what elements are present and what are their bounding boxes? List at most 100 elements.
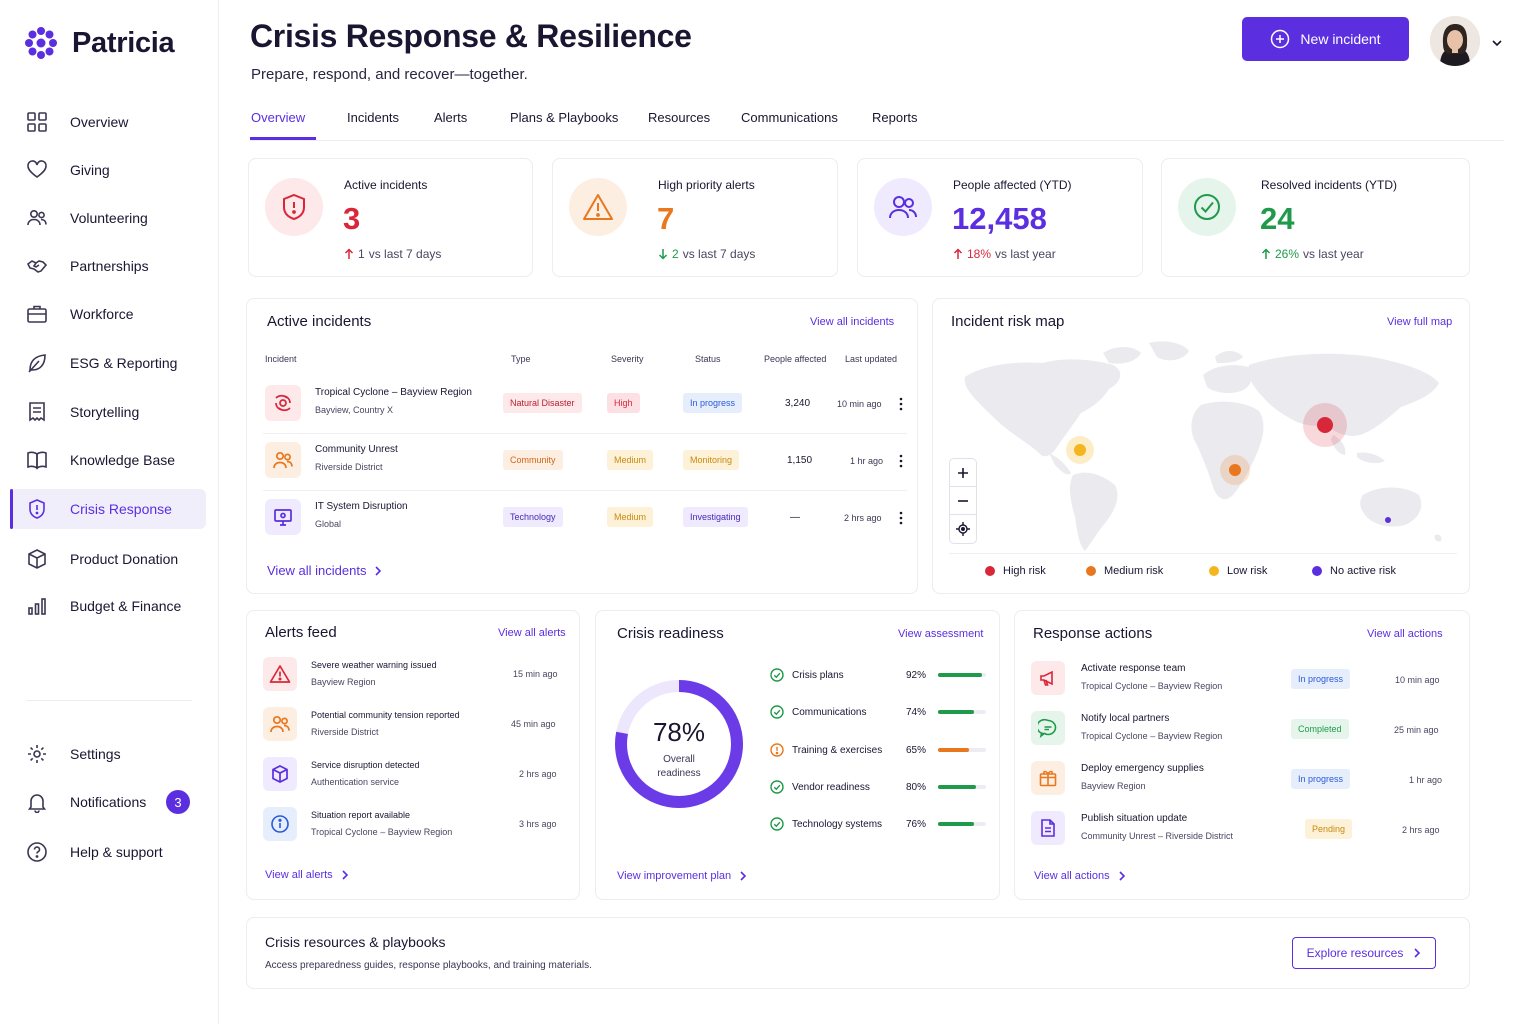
- alert-icon-bg: [263, 757, 297, 791]
- sidebar-item-settings[interactable]: Settings: [10, 734, 206, 774]
- alert-title: Severe weather warning issued: [311, 660, 437, 670]
- sidebar-item-product-donation[interactable]: Product Donation: [10, 539, 206, 579]
- stat-label: Active incidents: [344, 178, 428, 192]
- list-item[interactable]: Potential community tension reported Riv…: [263, 707, 563, 747]
- view-all-incidents-footer-link[interactable]: View all incidents: [267, 563, 382, 578]
- sidebar-item-partnerships[interactable]: Partnerships: [10, 246, 206, 286]
- more-options-icon[interactable]: [899, 511, 903, 525]
- stat-delta-value: 2: [672, 247, 679, 261]
- view-all-incidents-link[interactable]: View all incidents: [810, 316, 894, 328]
- column-header-last-updated: Last updated: [845, 354, 898, 364]
- plus-icon: [958, 467, 968, 478]
- check-circle-icon: [770, 780, 784, 794]
- view-all-alerts-footer-link[interactable]: View all alerts: [265, 869, 349, 881]
- stat-card-resolved-incidents[interactable]: Resolved incidents (YTD) 24 26% vs last …: [1161, 158, 1470, 277]
- view-full-map-link[interactable]: View full map: [1387, 316, 1452, 328]
- stat-card-active-incidents[interactable]: Active incidents 3 1 vs last 7 days: [248, 158, 533, 277]
- progress-track: [938, 785, 986, 789]
- more-options-icon[interactable]: [899, 454, 903, 468]
- sidebar-item-label: Settings: [70, 746, 121, 762]
- list-item[interactable]: Notify local partners Tropical Cyclone –…: [1031, 711, 1451, 751]
- list-item[interactable]: Activate response team Tropical Cyclone …: [1031, 661, 1451, 701]
- sidebar-item-budget-finance[interactable]: Budget & Finance: [10, 586, 206, 626]
- tab-incidents[interactable]: Incidents: [347, 110, 399, 125]
- incident-name[interactable]: Tropical Cyclone – Bayview Region: [315, 387, 472, 398]
- high-risk-marker[interactable]: [1317, 417, 1333, 433]
- resources-description: Access preparedness guides, response pla…: [265, 960, 592, 971]
- arrow-down-icon: [658, 249, 668, 260]
- avatar[interactable]: [1430, 16, 1480, 66]
- readiness-percent: 74%: [906, 706, 927, 718]
- bell-icon: [27, 794, 47, 813]
- sidebar-item-overview[interactable]: Overview: [10, 102, 206, 142]
- sidebar-item-volunteering[interactable]: Volunteering: [10, 198, 206, 238]
- list-item[interactable]: Severe weather warning issued Bayview Re…: [263, 657, 563, 697]
- explore-resources-button[interactable]: Explore resources: [1292, 937, 1436, 969]
- more-options-icon[interactable]: [899, 397, 903, 411]
- view-all-actions-link[interactable]: View all actions: [1367, 628, 1443, 640]
- zoom-out-button[interactable]: [950, 487, 976, 515]
- incident-name[interactable]: Community Unrest: [315, 444, 398, 455]
- view-all-alerts-link[interactable]: View all alerts: [498, 627, 566, 639]
- tab-reports[interactable]: Reports: [872, 110, 918, 125]
- locate-button[interactable]: [950, 515, 976, 543]
- stat-delta: 2 vs last 7 days: [658, 247, 755, 261]
- new-incident-button[interactable]: New incident: [1242, 17, 1409, 61]
- alert-icon-bg: [263, 707, 297, 741]
- stat-card-people-affected[interactable]: People affected (YTD) 12,458 18% vs last…: [857, 158, 1143, 277]
- sidebar-item-notifications[interactable]: Notifications 3: [10, 782, 206, 822]
- sidebar-item-giving[interactable]: Giving: [10, 150, 206, 190]
- tab-plans-playbooks[interactable]: Plans & Playbooks: [510, 110, 618, 125]
- sidebar-item-storytelling[interactable]: Storytelling: [10, 392, 206, 432]
- brand-name: Patricia: [72, 26, 175, 59]
- incident-name[interactable]: IT System Disruption: [315, 501, 408, 512]
- sidebar-item-crisis-response[interactable]: Crisis Response: [10, 489, 206, 529]
- action-subtitle: Tropical Cyclone – Bayview Region: [1081, 731, 1223, 741]
- tab-overview[interactable]: Overview: [251, 110, 305, 125]
- progress-track: [938, 673, 986, 677]
- action-title: Activate response team: [1081, 663, 1186, 674]
- sidebar-item-label: Partnerships: [70, 258, 149, 274]
- list-item[interactable]: Publish situation update Community Unres…: [1031, 811, 1451, 851]
- stat-icon-bg: [265, 178, 323, 236]
- progress-fill: [938, 710, 974, 714]
- view-all-actions-footer-link[interactable]: View all actions: [1034, 870, 1126, 882]
- view-improvement-plan-link[interactable]: View improvement plan: [617, 870, 747, 882]
- sidebar-item-help[interactable]: Help & support: [10, 832, 206, 872]
- stat-delta: 26% vs last year: [1261, 247, 1364, 261]
- type-badge: Community: [503, 450, 563, 470]
- card-title: Incident risk map: [951, 313, 1065, 330]
- view-assessment-link[interactable]: View assessment: [898, 628, 983, 640]
- no-active-risk-marker[interactable]: [1385, 517, 1391, 523]
- medium-risk-marker[interactable]: [1229, 464, 1241, 476]
- tab-alerts[interactable]: Alerts: [434, 110, 467, 125]
- tab-resources[interactable]: Resources: [648, 110, 710, 125]
- sidebar-item-knowledge-base[interactable]: Knowledge Base: [10, 440, 206, 480]
- severity-badge: Medium: [607, 450, 654, 470]
- stat-icon-bg: [874, 178, 932, 236]
- action-icon-bg: [1031, 661, 1065, 695]
- overall-readiness-value: 78%: [652, 717, 706, 747]
- sidebar-item-workforce[interactable]: Workforce: [10, 294, 206, 334]
- check-circle-icon: [770, 705, 784, 719]
- action-icon-bg: [1031, 711, 1065, 745]
- alert-circle-icon: [770, 743, 784, 757]
- list-item[interactable]: Service disruption detected Authenticati…: [263, 757, 563, 797]
- row-divider: [263, 433, 907, 434]
- chevron-down-icon[interactable]: [1490, 36, 1504, 50]
- view-all-actions-label: View all actions: [1034, 870, 1110, 882]
- legend-label: Low risk: [1227, 565, 1268, 577]
- stat-card-high-priority-alerts[interactable]: High priority alerts 7 2 vs last 7 days: [552, 158, 838, 277]
- low-risk-marker[interactable]: [1074, 444, 1086, 456]
- progress-fill: [938, 822, 975, 826]
- sidebar-item-esg-reporting[interactable]: ESG & Reporting: [10, 343, 206, 383]
- zoom-in-button[interactable]: [950, 459, 976, 487]
- brand[interactable]: Patricia: [24, 26, 175, 60]
- list-item[interactable]: Deploy emergency supplies Bayview Region…: [1031, 761, 1451, 801]
- action-icon-bg: [1031, 761, 1065, 795]
- tab-communications[interactable]: Communications: [741, 110, 838, 125]
- people-icon: [889, 196, 917, 219]
- table-row[interactable]: IT System Disruption Global Technology M…: [263, 499, 907, 555]
- list-item[interactable]: Situation report available Tropical Cycl…: [263, 807, 563, 847]
- last-updated-value: 2 hrs ago: [844, 513, 882, 523]
